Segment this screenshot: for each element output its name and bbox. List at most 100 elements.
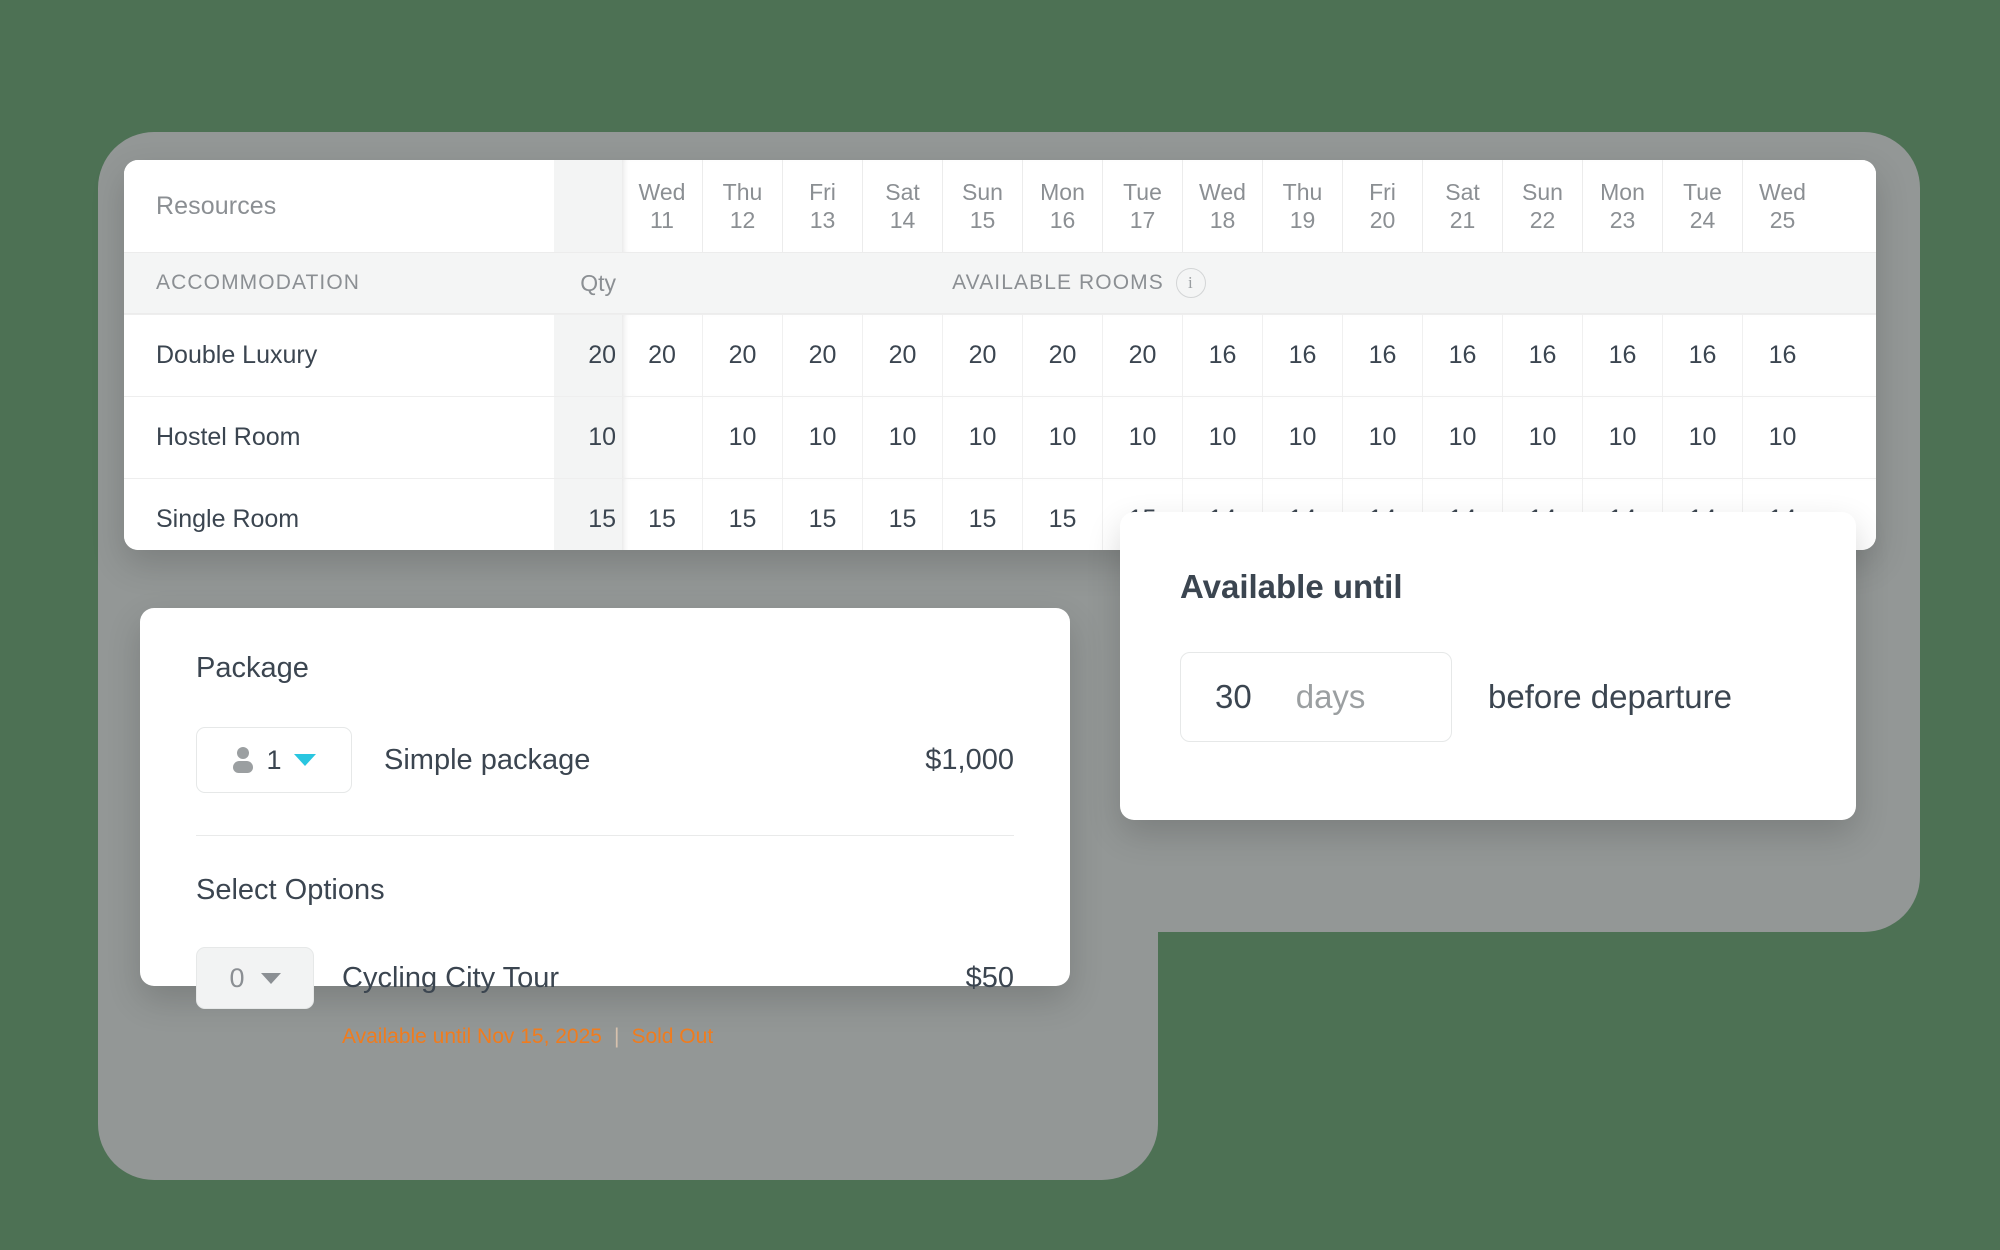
- resource-qty-cell: 15: [554, 478, 622, 550]
- table-row: 10 10 10 10 10 10 10 10 10 10 10 10 10 10: [622, 396, 1876, 478]
- day-column-header: Fri 13: [782, 160, 862, 252]
- resource-name-cell: Double Luxury: [124, 314, 554, 396]
- day-column-header: Sun 15: [942, 160, 1022, 252]
- day-of-week-label: Wed: [638, 178, 686, 205]
- availability-value-cell[interactable]: 10: [862, 397, 942, 478]
- availability-value-cell[interactable]: 10: [1022, 397, 1102, 478]
- availability-value-cell[interactable]: 10: [1502, 397, 1582, 478]
- day-number-label: 23: [1609, 207, 1636, 233]
- option-quantity-select[interactable]: 0: [196, 947, 314, 1009]
- option-row: 0 Cycling City Tour $50: [196, 947, 1014, 1009]
- day-number-label: 14: [889, 207, 916, 233]
- package-price: $1,000: [925, 743, 1014, 776]
- day-number-label: 18: [1209, 207, 1236, 233]
- days-unit-label: days: [1295, 678, 1366, 715]
- availability-value-cell[interactable]: 16: [1262, 315, 1342, 396]
- availability-value-cell[interactable]: 20: [942, 315, 1022, 396]
- day-number-label: 16: [1049, 207, 1076, 233]
- select-options-title: Select Options: [196, 874, 385, 906]
- package-title: Package: [196, 652, 309, 684]
- available-until-title: Available until: [1180, 568, 1403, 605]
- availability-value-cell[interactable]: 15: [942, 479, 1022, 550]
- resources-header: Resources: [124, 160, 554, 252]
- chevron-down-icon: [260, 972, 281, 984]
- section-label-accommodation: ACCOMMODATION: [156, 271, 361, 294]
- option-name-wrap: Cycling City Tour: [342, 962, 938, 995]
- availability-value-cell[interactable]: 10: [702, 397, 782, 478]
- day-number-label: 25: [1769, 207, 1796, 233]
- availability-value-cell[interactable]: 15: [1022, 479, 1102, 550]
- option-status-badge: Sold Out: [631, 1025, 714, 1048]
- option-name: Cycling City Tour: [342, 961, 560, 994]
- availability-value-cell[interactable]: 20: [1102, 315, 1182, 396]
- availability-value-cell[interactable]: 20: [1022, 315, 1102, 396]
- availability-value-cell[interactable]: 10: [1262, 397, 1342, 478]
- availability-value-cell[interactable]: 16: [1182, 315, 1262, 396]
- day-number-label: 13: [809, 207, 836, 233]
- availability-value-cell[interactable]: 20: [782, 315, 862, 396]
- availability-value-cell[interactable]: 10: [1102, 397, 1182, 478]
- day-column-header: Thu 19: [1262, 160, 1342, 252]
- availability-value-cell[interactable]: 15: [622, 479, 702, 550]
- availability-value-cell[interactable]: 16: [1342, 315, 1422, 396]
- day-of-week-label: Fri: [809, 178, 836, 205]
- day-of-week-label: Wed: [1759, 178, 1806, 205]
- availability-table-card: Resources Wed 11 Thu 12 Fri 13 Sat 14 Sun 15 Mon 16…: [124, 160, 1876, 550]
- availability-value-cell[interactable]: 15: [862, 479, 942, 550]
- availability-value-cell[interactable]: 16: [1582, 315, 1662, 396]
- day-column-header: Wed 11: [622, 160, 702, 252]
- day-of-week-label: Mon: [1600, 178, 1645, 205]
- day-column-header: Fri 20: [1342, 160, 1422, 252]
- availability-value-cell[interactable]: 10: [942, 397, 1022, 478]
- day-of-week-label: Tue: [1123, 178, 1162, 205]
- availability-value-cell[interactable]: 16: [1742, 315, 1822, 396]
- availability-value-cell[interactable]: 16: [1422, 315, 1502, 396]
- package-card: Package 1 Simple package $1,000 Select O…: [140, 608, 1070, 1048]
- day-column-header: Tue 17: [1102, 160, 1182, 252]
- resource-qty-cell: 20: [554, 314, 622, 396]
- day-of-week-label: Tue: [1683, 178, 1722, 205]
- day-number-label: 20: [1369, 207, 1396, 233]
- day-of-week-label: Sun: [962, 178, 1003, 205]
- availability-value-cell[interactable]: 10: [1342, 397, 1422, 478]
- day-number-label: 15: [969, 207, 996, 233]
- package-quantity-value: 1: [266, 744, 282, 775]
- availability-value-cell[interactable]: 20: [862, 315, 942, 396]
- availability-value-cell[interactable]: 10: [1422, 397, 1502, 478]
- availability-value-cell[interactable]: 10: [1582, 397, 1662, 478]
- day-of-week-label: Thu: [722, 178, 763, 205]
- availability-value-cell[interactable]: 15: [782, 479, 862, 550]
- option-meta: Available until Nov 15, 2025 | Sold Out: [342, 1025, 1014, 1049]
- availability-value-cell[interactable]: 16: [1662, 315, 1742, 396]
- package-name: Simple package: [384, 743, 591, 776]
- package-row: 1 Simple package $1,000: [196, 727, 1014, 793]
- availability-value-cell[interactable]: 10: [1742, 397, 1822, 478]
- day-number-label: 22: [1529, 207, 1556, 233]
- days-input-field[interactable]: 30 days: [1180, 652, 1452, 742]
- availability-value-cell[interactable]: 10: [782, 397, 862, 478]
- day-column-header: Thu 12: [702, 160, 782, 252]
- available-rooms-label-group: AVAILABLE ROOMS i: [622, 268, 1876, 298]
- day-column-header: Mon 16: [1022, 160, 1102, 252]
- day-of-week-label: Sun: [1522, 178, 1563, 205]
- day-number-label: 24: [1689, 207, 1716, 233]
- option-quantity-value: 0: [229, 962, 245, 993]
- day-column-header: Mon 23: [1582, 160, 1662, 252]
- day-column-header: Sun 22: [1502, 160, 1582, 252]
- day-number-label: 21: [1449, 207, 1476, 233]
- before-departure-label: before departure: [1488, 678, 1733, 715]
- person-icon: [232, 747, 254, 773]
- availability-grid: Resources Wed 11 Thu 12 Fri 13 Sat 14 Sun 15 Mon 16…: [124, 160, 1876, 550]
- availability-value-cell[interactable]: 20: [622, 315, 702, 396]
- availability-value-cell[interactable]: 15: [702, 479, 782, 550]
- day-number-label: 19: [1289, 207, 1316, 233]
- day-of-week-label: Wed: [1199, 178, 1246, 205]
- availability-value-cell[interactable]: 10: [1182, 397, 1262, 478]
- availability-value-cell[interactable]: 20: [702, 315, 782, 396]
- availability-value-cell[interactable]: 16: [1502, 315, 1582, 396]
- package-quantity-select[interactable]: 1: [196, 727, 352, 793]
- option-meta-separator: |: [613, 1025, 620, 1048]
- availability-value-cell[interactable]: [622, 397, 702, 478]
- info-icon[interactable]: i: [1175, 268, 1206, 298]
- availability-value-cell[interactable]: 10: [1662, 397, 1742, 478]
